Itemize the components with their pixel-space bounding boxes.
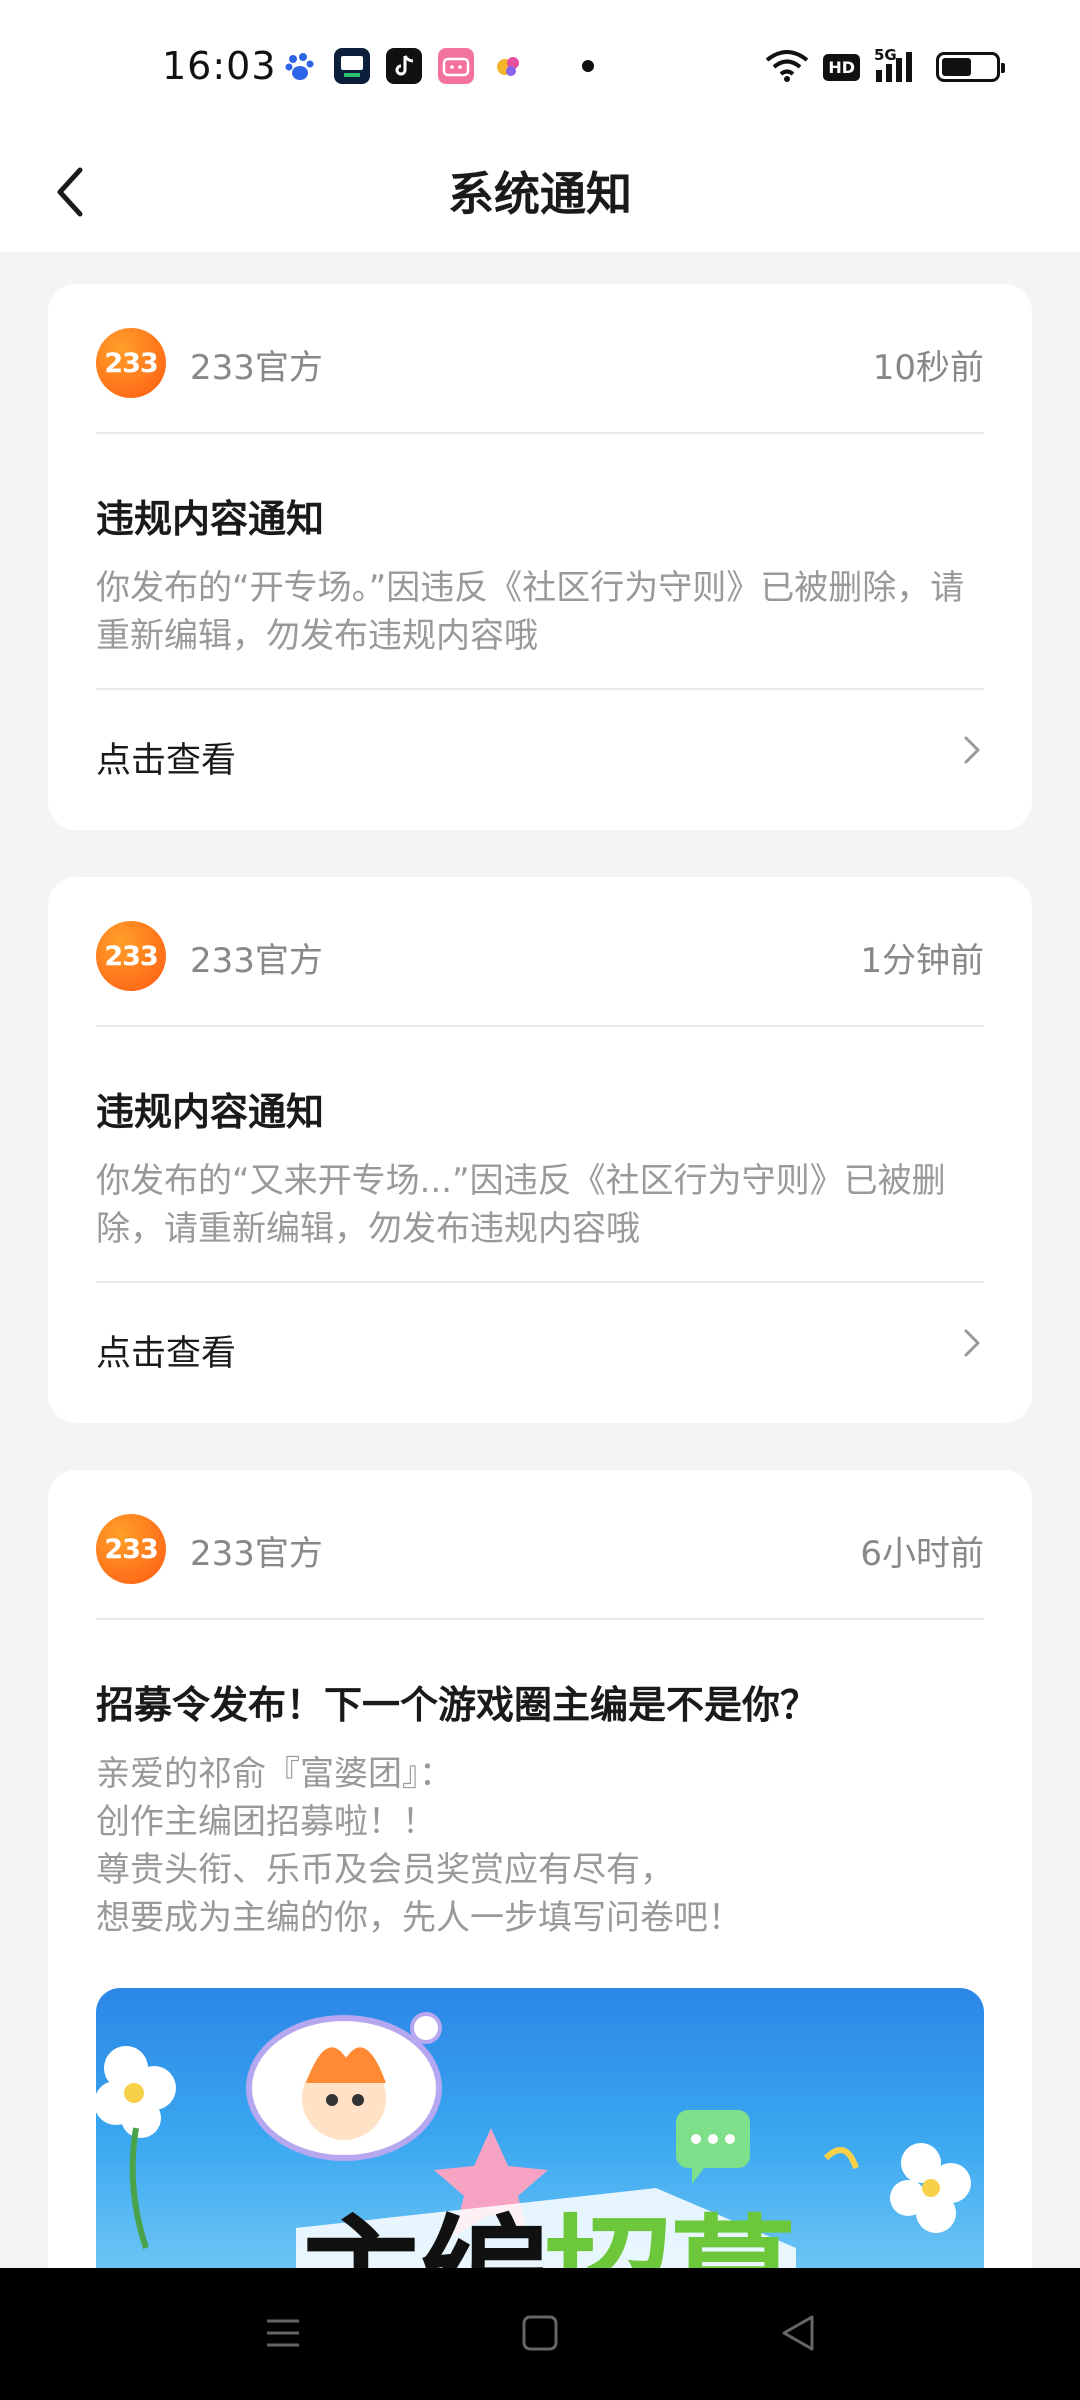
home-button[interactable]	[515, 2308, 565, 2358]
menu-button[interactable]	[258, 2308, 308, 2358]
home-icon	[522, 2315, 558, 2351]
chevron-right-icon	[964, 1329, 980, 1357]
status-time: 16:03	[162, 44, 277, 88]
notification-app-icons	[282, 48, 594, 84]
sender-name: 233官方	[190, 348, 323, 388]
sender-name: 233官方	[190, 941, 323, 981]
body-line: 尊贵头衔、乐币及会员奖赏应有尽有，	[96, 1850, 674, 1890]
bilibili-icon	[438, 48, 474, 84]
header: 系统通知	[0, 130, 1080, 252]
card-header: 233 233官方 10秒前	[96, 284, 984, 434]
card-header: 233 233官方 6小时前	[96, 1470, 984, 1620]
hd-badge: HD	[823, 53, 860, 81]
notification-card[interactable]: 233 233官方 6小时前 招募令发布！下一个游戏圈主编是不是你？ 亲爱的祁俞…	[48, 1470, 1032, 2370]
notification-body: 亲爱的祁俞『富婆团』： 创作主编团招募啦！！ 尊贵头衔、乐币及会员奖赏应有尽有，…	[96, 1750, 992, 1942]
page-title: 系统通知	[448, 167, 632, 221]
chevron-right-icon	[964, 736, 980, 764]
mascot-bubble	[246, 2012, 442, 2161]
back-triangle-icon	[782, 2315, 814, 2351]
system-navigation-bar	[0, 2268, 1080, 2400]
notification-title: 违规内容通知	[96, 1090, 325, 1134]
sender-name: 233官方	[190, 1534, 323, 1574]
menu-icon	[267, 2319, 299, 2347]
news-app-icon	[334, 48, 370, 84]
card-header: 233 233官方 1分钟前	[96, 877, 984, 1027]
timestamp: 10秒前	[872, 348, 984, 388]
signal-icon: 5G	[874, 46, 922, 84]
timestamp: 1分钟前	[860, 941, 984, 981]
notification-card: 233 233官方 1分钟前 违规内容通知 你发布的“又来开专场...”因违反《…	[48, 877, 1032, 1423]
network-type: 5G	[874, 46, 897, 64]
body-line: 想要成为主编的你，先人一步填写问卷吧！	[96, 1898, 742, 1938]
flower-icon	[96, 2046, 176, 2249]
status-bar: 16:03 HD 5G	[0, 0, 1080, 130]
more-notifications-dot	[582, 60, 594, 72]
avatar: 233	[96, 1514, 166, 1584]
view-details-button[interactable]: 点击查看	[96, 690, 984, 810]
status-indicators: HD 5G	[765, 46, 1005, 86]
view-details-label: 点击查看	[96, 1334, 237, 1374]
notification-body: 你发布的“开专场。”因违反《社区行为守则》已被删除，请重新编辑，勿发布违规内容哦	[96, 568, 965, 656]
flower-icon	[890, 2143, 971, 2233]
baidu-icon	[282, 48, 318, 84]
back-nav-button[interactable]	[773, 2308, 823, 2358]
view-details-label: 点击查看	[96, 741, 237, 781]
wifi-icon	[765, 48, 809, 86]
tiktok-icon	[386, 48, 422, 84]
body-line: 亲爱的祁俞『富婆团』：	[96, 1754, 453, 1794]
body-line: 创作主编团招募啦！！	[96, 1802, 436, 1842]
avatar: 233	[96, 921, 166, 991]
notification-title: 违规内容通知	[96, 497, 325, 541]
notification-title: 招募令发布！下一个游戏圈主编是不是你？	[96, 1683, 819, 1727]
view-details-button[interactable]: 点击查看	[96, 1283, 984, 1403]
notification-body: 你发布的“又来开专场...”因违反《社区行为守则》已被删除，请重新编辑，勿发布违…	[96, 1161, 946, 1249]
notification-card: 233 233官方 10秒前 违规内容通知 你发布的“开专场。”因违反《社区行为…	[48, 284, 1032, 830]
taobao-icon	[490, 48, 526, 84]
avatar: 233	[96, 328, 166, 398]
battery-icon	[936, 52, 1005, 82]
timestamp: 6小时前	[860, 1534, 984, 1574]
